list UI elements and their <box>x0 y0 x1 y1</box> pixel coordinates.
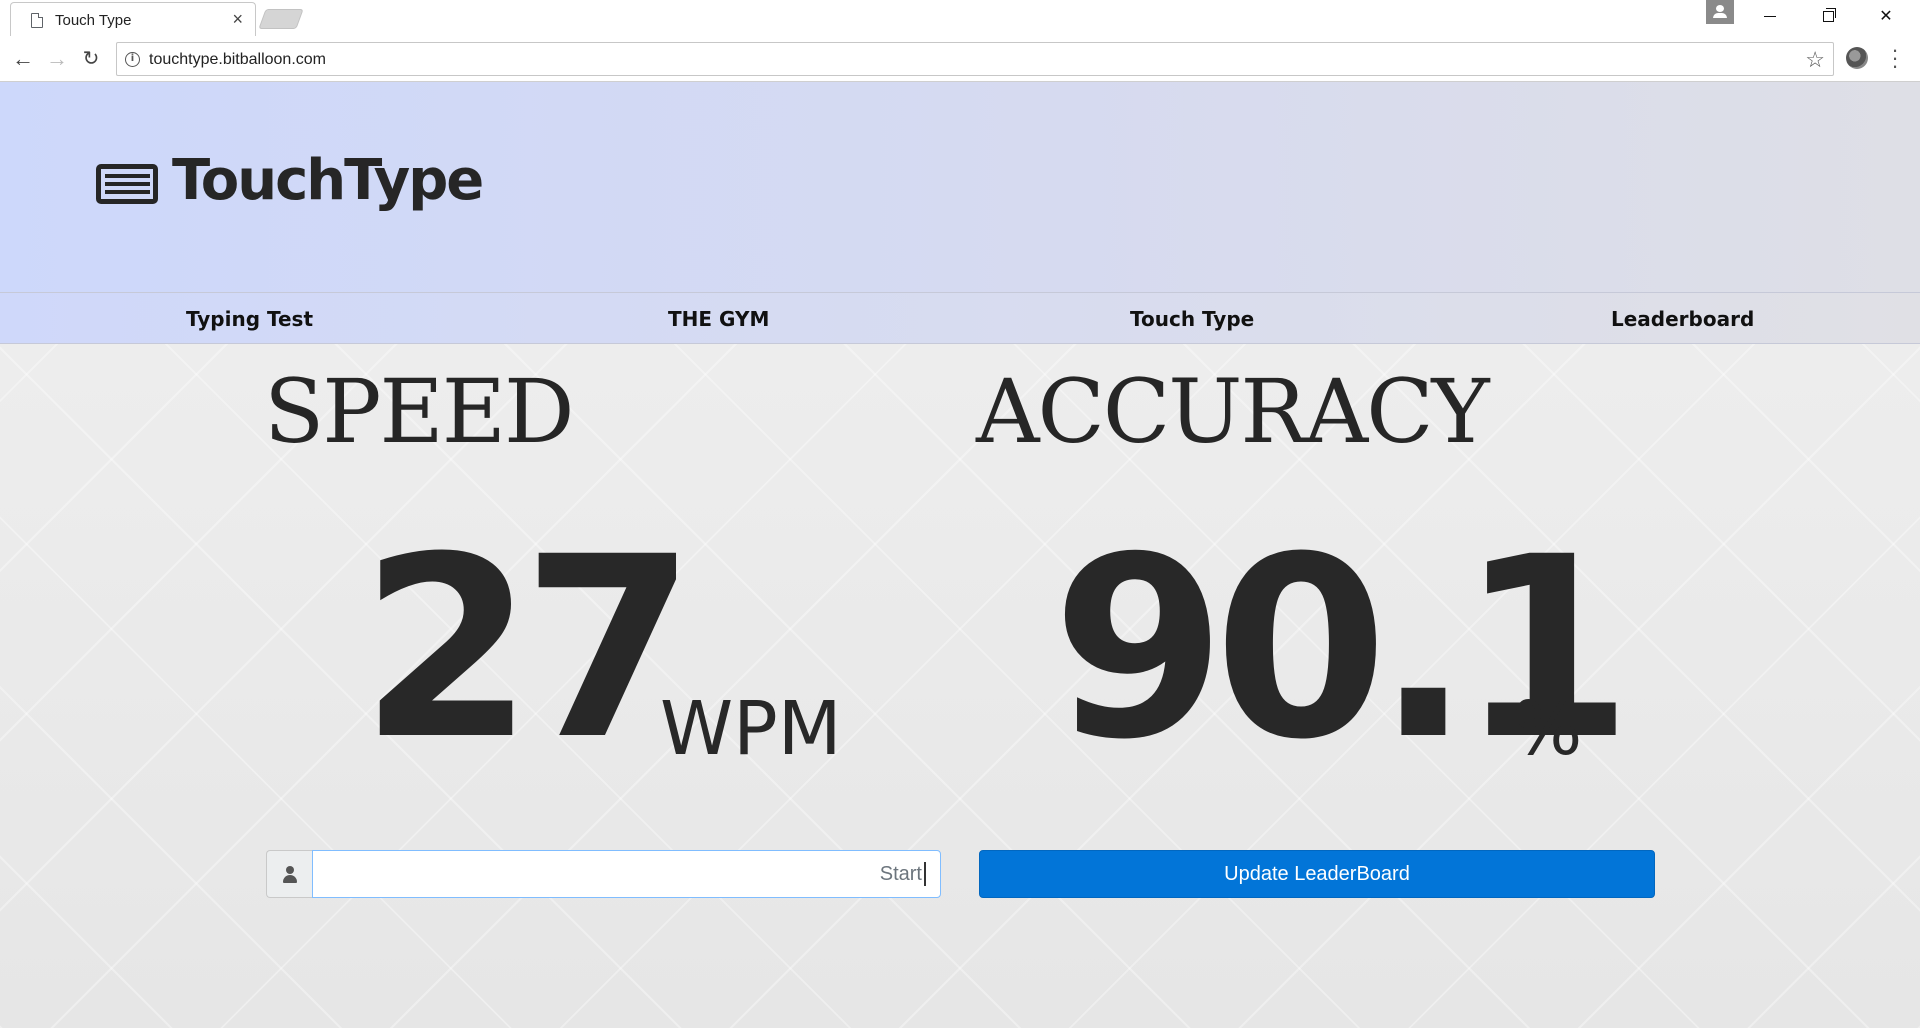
speed-label: SPEED <box>264 360 575 463</box>
keyboard-icon <box>96 164 158 204</box>
reload-icon[interactable]: ↻ <box>76 44 106 74</box>
url-text[interactable]: touchtype.bitballoon.com <box>149 51 326 69</box>
close-window-button[interactable]: ✕ <box>1858 0 1914 34</box>
page-icon <box>31 13 43 28</box>
text-cursor <box>924 862 926 886</box>
back-arrow-icon[interactable]: ← <box>8 44 38 74</box>
logo-text[interactable]: TouchType <box>172 148 484 213</box>
profile-icon[interactable] <box>1706 0 1734 24</box>
nav-leaderboard[interactable]: Leaderboard <box>1611 307 1754 331</box>
browser-tab[interactable]: Touch Type × <box>10 2 256 36</box>
accuracy-unit: % <box>1512 686 1583 772</box>
tab-close-icon[interactable]: × <box>232 9 243 29</box>
user-icon <box>283 866 297 884</box>
tab-title: Touch Type <box>55 12 132 29</box>
update-leaderboard-button[interactable]: Update LeaderBoard <box>979 850 1655 898</box>
info-icon[interactable]: i <box>125 52 140 67</box>
menu-icon[interactable]: · · · <box>1890 39 1900 77</box>
extension-icon[interactable] <box>1846 47 1868 69</box>
site-header: TouchType <box>0 82 1920 292</box>
page-content: TouchType Typing Test THE GYM Touch Type… <box>0 82 1920 1028</box>
address-bar[interactable]: i touchtype.bitballoon.com ☆ <box>116 42 1834 76</box>
forward-arrow-icon[interactable]: → <box>42 44 72 74</box>
tab-strip: Touch Type × ✕ <box>0 0 1920 36</box>
speed-value: 27 <box>360 503 696 794</box>
new-tab-button[interactable] <box>258 9 304 29</box>
minimize-button[interactable] <box>1742 0 1798 34</box>
accuracy-label: ACCURACY <box>976 360 1490 463</box>
nav-typing-test[interactable]: Typing Test <box>186 307 313 331</box>
nav-touch-type[interactable]: Touch Type <box>1130 307 1254 331</box>
restore-button[interactable] <box>1800 0 1856 34</box>
browser-toolbar: ← → ↻ i touchtype.bitballoon.com ☆ <box>0 36 1920 82</box>
user-addon <box>266 850 312 898</box>
nav-the-gym[interactable]: THE GYM <box>668 307 769 331</box>
main-nav: Typing Test THE GYM Touch Type Leaderboa… <box>0 292 1920 344</box>
star-icon[interactable]: ☆ <box>1805 47 1825 73</box>
name-input-group <box>266 850 941 898</box>
speed-unit: WPM <box>660 686 842 772</box>
name-input[interactable] <box>312 850 941 898</box>
